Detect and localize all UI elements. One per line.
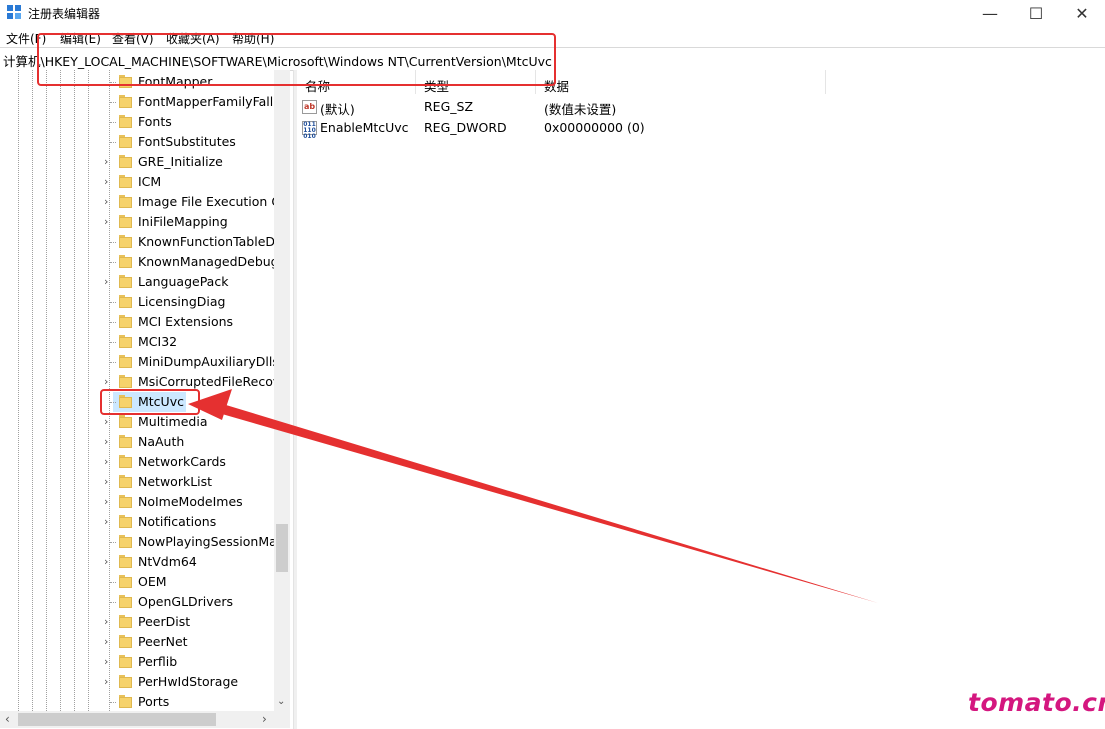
annotation-arrow-icon [188, 389, 878, 603]
watermark: tomato.cm [968, 688, 1105, 717]
